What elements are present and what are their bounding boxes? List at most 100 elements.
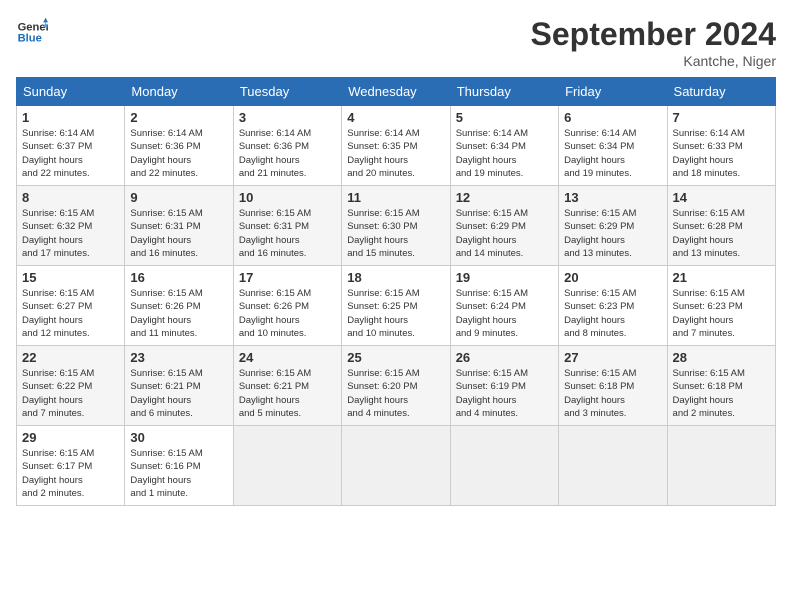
day-info: Sunrise: 6:15 AMSunset: 6:24 PMDaylight …: [456, 287, 553, 340]
calendar-day-4: 4 Sunrise: 6:14 AMSunset: 6:35 PMDaylight…: [342, 106, 450, 186]
calendar-row: 1Sunrise: 6:14 AMSunset: 6:37 PMDaylight…: [17, 106, 776, 186]
day-info: Sunrise: 6:14 AMSunset: 6:33 PMDaylight …: [673, 127, 770, 180]
calendar-day-19: 19 Sunrise: 6:15 AMSunset: 6:24 PMDayligh…: [450, 266, 558, 346]
calendar-day-26: 26Sunrise: 6:15 AMSunset: 6:19 PMDayligh…: [450, 346, 558, 426]
calendar-day-25: 25 Sunrise: 6:15 AMSunset: 6:20 PMDayligh…: [342, 346, 450, 426]
day-number: 19: [456, 270, 553, 285]
day-number: 5: [456, 110, 553, 125]
calendar-day-13: 13 Sunrise: 6:15 AMSunset: 6:29 PMDayligh…: [559, 186, 667, 266]
calendar-header-row: SundayMondayTuesdayWednesdayThursdayFrid…: [17, 78, 776, 106]
calendar-day-30: 30Sunrise: 6:15 AMSunset: 6:16 PMDayligh…: [125, 426, 233, 506]
calendar-day-20: 20 Sunrise: 6:15 AMSunset: 6:23 PMDayligh…: [559, 266, 667, 346]
page-header: General Blue September 2024 Kantche, Nig…: [16, 16, 776, 69]
col-header-wednesday: Wednesday: [342, 78, 450, 106]
day-number: 11: [347, 190, 444, 205]
calendar-day-29: 29 Sunrise: 6:15 AMSunset: 6:17 PMDayligh…: [17, 426, 125, 506]
day-info: Sunrise: 6:15 AMSunset: 6:21 PMDaylight …: [130, 367, 227, 420]
col-header-monday: Monday: [125, 78, 233, 106]
calendar-day-11: 11 Sunrise: 6:15 AMSunset: 6:30 PMDayligh…: [342, 186, 450, 266]
day-info: Sunrise: 6:15 AMSunset: 6:29 PMDaylight …: [456, 207, 553, 260]
calendar-day-21: 21 Sunrise: 6:15 AMSunset: 6:23 PMDayligh…: [667, 266, 775, 346]
calendar-day-5: 5 Sunrise: 6:14 AMSunset: 6:34 PMDaylight…: [450, 106, 558, 186]
col-header-thursday: Thursday: [450, 78, 558, 106]
calendar-day-empty: [450, 426, 558, 506]
calendar-day-empty: [667, 426, 775, 506]
day-info: Sunrise: 6:15 AMSunset: 6:19 PMDaylight …: [456, 367, 553, 420]
day-number: 16: [130, 270, 227, 285]
day-info: Sunrise: 6:15 AMSunset: 6:23 PMDaylight …: [564, 287, 661, 340]
day-info: Sunrise: 6:15 AMSunset: 6:17 PMDaylight …: [22, 447, 119, 500]
day-number: 7: [673, 110, 770, 125]
day-number: 24: [239, 350, 336, 365]
day-info: Sunrise: 6:15 AMSunset: 6:20 PMDaylight …: [347, 367, 444, 420]
day-number: 14: [673, 190, 770, 205]
day-info: Sunrise: 6:15 AMSunset: 6:28 PMDaylight …: [673, 207, 770, 260]
day-number: 10: [239, 190, 336, 205]
svg-text:General: General: [18, 21, 48, 33]
day-number: 18: [347, 270, 444, 285]
day-info: Sunrise: 6:15 AMSunset: 6:32 PMDaylight …: [22, 207, 119, 260]
day-info: Sunrise: 6:15 AMSunset: 6:25 PMDaylight …: [347, 287, 444, 340]
calendar-day-10: 10 Sunrise: 6:15 AMSunset: 6:31 PMDayligh…: [233, 186, 341, 266]
logo: General Blue: [16, 16, 48, 48]
logo-icon: General Blue: [16, 16, 48, 48]
calendar-day-8: 8Sunrise: 6:15 AMSunset: 6:32 PMDaylight…: [17, 186, 125, 266]
calendar-day-23: 23 Sunrise: 6:15 AMSunset: 6:21 PMDayligh…: [125, 346, 233, 426]
day-info: Sunrise: 6:15 AMSunset: 6:18 PMDaylight …: [564, 367, 661, 420]
calendar-day-17: 17Sunrise: 6:15 AMSunset: 6:26 PMDayligh…: [233, 266, 341, 346]
calendar-day-1: 1Sunrise: 6:14 AMSunset: 6:37 PMDaylight…: [17, 106, 125, 186]
location: Kantche, Niger: [531, 53, 776, 69]
day-number: 21: [673, 270, 770, 285]
day-number: 27: [564, 350, 661, 365]
day-number: 23: [130, 350, 227, 365]
day-number: 4: [347, 110, 444, 125]
svg-text:Blue: Blue: [18, 33, 42, 45]
day-number: 2: [130, 110, 227, 125]
calendar-day-12: 12 Sunrise: 6:15 AMSunset: 6:29 PMDayligh…: [450, 186, 558, 266]
day-info: Sunrise: 6:14 AMSunset: 6:34 PMDaylight …: [456, 127, 553, 180]
col-header-sunday: Sunday: [17, 78, 125, 106]
day-number: 28: [673, 350, 770, 365]
month-title: September 2024: [531, 16, 776, 53]
calendar-day-7: 7 Sunrise: 6:14 AMSunset: 6:33 PMDaylight…: [667, 106, 775, 186]
calendar-day-9: 9 Sunrise: 6:15 AMSunset: 6:31 PMDaylight…: [125, 186, 233, 266]
calendar-day-empty: [233, 426, 341, 506]
day-info: Sunrise: 6:14 AMSunset: 6:36 PMDaylight …: [239, 127, 336, 180]
day-number: 12: [456, 190, 553, 205]
calendar-row: 15Sunrise: 6:15 AMSunset: 6:27 PMDayligh…: [17, 266, 776, 346]
calendar-day-27: 27 Sunrise: 6:15 AMSunset: 6:18 PMDayligh…: [559, 346, 667, 426]
day-info: Sunrise: 6:15 AMSunset: 6:23 PMDaylight …: [673, 287, 770, 340]
day-number: 15: [22, 270, 119, 285]
col-header-tuesday: Tuesday: [233, 78, 341, 106]
calendar-day-2: 2 Sunrise: 6:14 AMSunset: 6:36 PMDaylight…: [125, 106, 233, 186]
day-number: 9: [130, 190, 227, 205]
calendar-day-28: 28Sunrise: 6:15 AMSunset: 6:18 PMDayligh…: [667, 346, 775, 426]
day-number: 20: [564, 270, 661, 285]
calendar-day-22: 22Sunrise: 6:15 AMSunset: 6:22 PMDayligh…: [17, 346, 125, 426]
day-info: Sunrise: 6:15 AMSunset: 6:26 PMDaylight …: [239, 287, 336, 340]
day-number: 6: [564, 110, 661, 125]
day-info: Sunrise: 6:15 AMSunset: 6:29 PMDaylight …: [564, 207, 661, 260]
day-number: 13: [564, 190, 661, 205]
day-number: 29: [22, 430, 119, 445]
day-info: Sunrise: 6:15 AMSunset: 6:31 PMDaylight …: [239, 207, 336, 260]
calendar-day-14: 14 Sunrise: 6:15 AMSunset: 6:28 PMDayligh…: [667, 186, 775, 266]
col-header-friday: Friday: [559, 78, 667, 106]
calendar-day-3: 3 Sunrise: 6:14 AMSunset: 6:36 PMDaylight…: [233, 106, 341, 186]
day-info: Sunrise: 6:15 AMSunset: 6:31 PMDaylight …: [130, 207, 227, 260]
day-number: 3: [239, 110, 336, 125]
day-number: 1: [22, 110, 119, 125]
title-area: September 2024 Kantche, Niger: [531, 16, 776, 69]
day-info: Sunrise: 6:14 AMSunset: 6:35 PMDaylight …: [347, 127, 444, 180]
calendar-day-18: 18 Sunrise: 6:15 AMSunset: 6:25 PMDayligh…: [342, 266, 450, 346]
calendar-day-15: 15Sunrise: 6:15 AMSunset: 6:27 PMDayligh…: [17, 266, 125, 346]
day-info: Sunrise: 6:14 AMSunset: 6:34 PMDaylight …: [564, 127, 661, 180]
day-info: Sunrise: 6:15 AMSunset: 6:30 PMDaylight …: [347, 207, 444, 260]
calendar-table: SundayMondayTuesdayWednesdayThursdayFrid…: [16, 77, 776, 506]
day-info: Sunrise: 6:14 AMSunset: 6:36 PMDaylight …: [130, 127, 227, 180]
calendar-day-empty: [342, 426, 450, 506]
day-info: Sunrise: 6:15 AMSunset: 6:26 PMDaylight …: [130, 287, 227, 340]
calendar-row: 22Sunrise: 6:15 AMSunset: 6:22 PMDayligh…: [17, 346, 776, 426]
day-number: 22: [22, 350, 119, 365]
day-number: 25: [347, 350, 444, 365]
